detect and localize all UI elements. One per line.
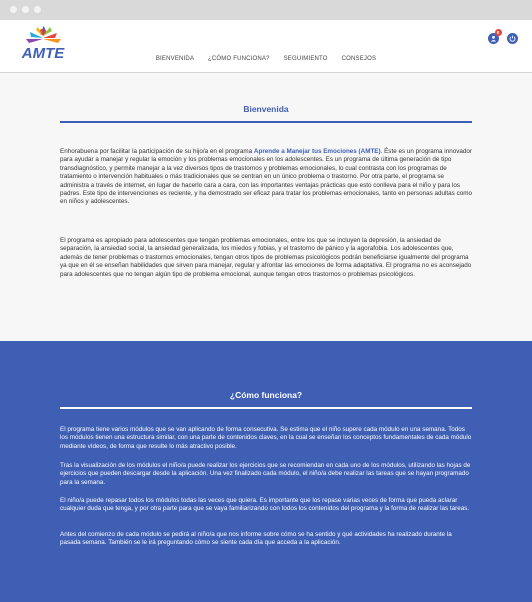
welcome-p1-body: . Éste es un programa innovador para ayu…	[60, 148, 472, 206]
how-paragraph-3: El niño/a puede repasar todos los módulo…	[60, 497, 470, 513]
welcome-paragraph-2: El programa es apropiado para adolescent…	[60, 237, 472, 278]
user-icon[interactable]: 0	[487, 29, 502, 45]
window-dot-icon	[34, 6, 41, 13]
how-paragraph-2: Tras la visualización de los módulos el …	[60, 462, 471, 486]
welcome-paragraph-1: Enhorabuena por facilitar la participaci…	[60, 148, 474, 207]
how-paragraph-1: El programa tiene varios módulos que se …	[60, 426, 472, 450]
welcome-section: Bienvenida Enhorabuena por facilitar la …	[0, 73, 532, 341]
how-paragraph-4: Antes del comienzo de cada módulo se ped…	[60, 531, 452, 547]
nav-item-seguimiento[interactable]: SEGUIMIENTO	[284, 56, 328, 62]
how-title: ¿Cómo funciona?	[229, 390, 303, 400]
welcome-title: Bienvenida	[243, 104, 289, 114]
how-title-underline	[60, 407, 472, 409]
welcome-title-underline	[60, 121, 472, 123]
header-icons: 0	[484, 29, 518, 48]
program-name-highlight: Aprende a Manejar tus Emociones (AMTE)	[253, 148, 381, 155]
nav-item-como-funciona[interactable]: ¿CÓMO FUNCIONA?	[208, 56, 270, 62]
welcome-p1-intro: Enhorabuena por facilitar la participaci…	[60, 148, 254, 155]
main-nav: BIENVENIDA ¿CÓMO FUNCIONA? SEGUIMIENTO C…	[0, 56, 532, 62]
window-dot-icon	[22, 6, 29, 13]
browser-chrome	[0, 0, 532, 20]
site-header: AMTE 0 BIENVENIDA ¿CÓMO FUNCIONA? SEGUIM…	[0, 20, 532, 72]
how-it-works-section: ¿Cómo funciona? El programa tiene varios…	[0, 341, 532, 602]
window-dot-icon	[10, 6, 17, 13]
notification-badge: 0	[494, 29, 502, 37]
nav-item-consejos[interactable]: CONSEJOS	[342, 56, 377, 62]
power-icon[interactable]	[507, 33, 518, 45]
nav-item-bienvenida[interactable]: BIENVENIDA	[156, 56, 194, 62]
